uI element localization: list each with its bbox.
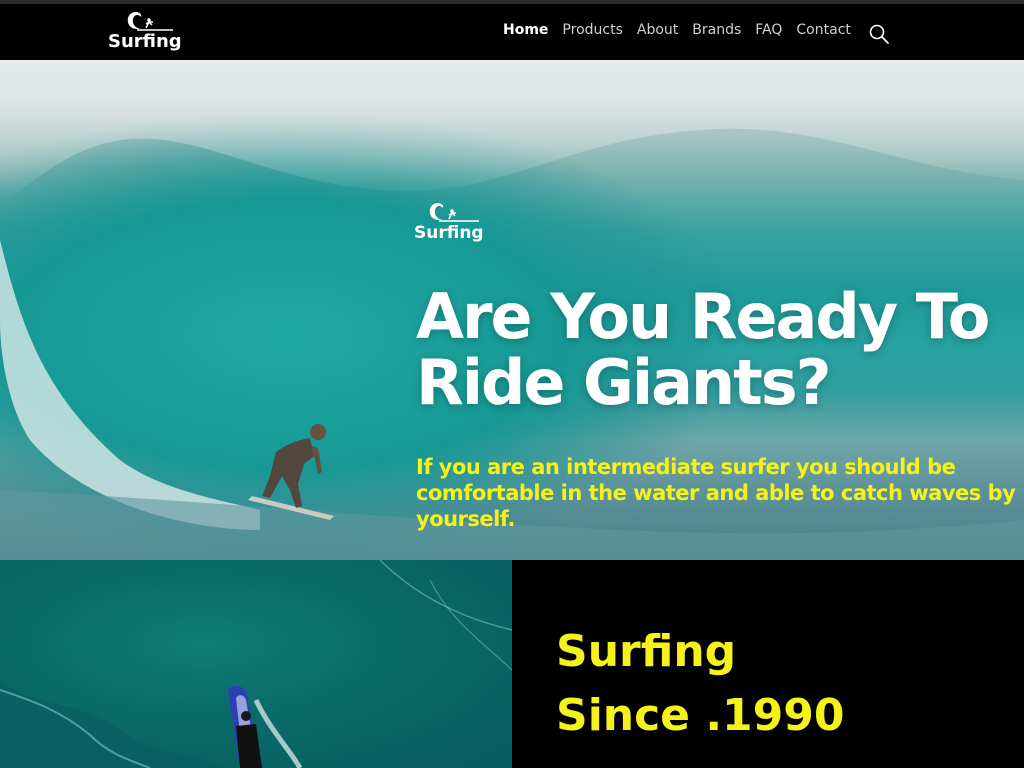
brand-name: Surfing (108, 31, 182, 52)
hero-title-line-1: Are You Ready To (416, 280, 990, 353)
about-heading-line-2: Since .1990 (556, 690, 845, 741)
aerial-surfer-illustration (0, 560, 512, 768)
brand-logo[interactable]: Surfing (108, 9, 182, 51)
nav-item-contact[interactable]: Contact (796, 22, 850, 38)
hero-logo-text: Surfing (414, 223, 484, 243)
nav-item-about[interactable]: About (637, 22, 678, 38)
hero-title: Are You Ready To Ride Giants? (416, 284, 1016, 416)
hero-section: Surfing Are You Ready To Ride Giants? If… (0, 60, 1024, 560)
about-section: Surfing Since .1990 (0, 560, 1024, 768)
hero-logo: Surfing (414, 200, 484, 242)
about-panel: Surfing Since .1990 (512, 560, 1024, 768)
hero-title-line-2: Ride Giants? (416, 346, 832, 419)
about-heading: Surfing Since .1990 (556, 620, 845, 748)
aerial-surfer-photo (0, 560, 512, 768)
search-button[interactable] (868, 23, 890, 45)
nav-item-products[interactable]: Products (562, 22, 622, 38)
navbar: Surfing Home Products About Brands FAQ C… (0, 4, 1024, 60)
surfer-on-board (228, 685, 262, 768)
main-nav: Home Products About Brands FAQ Contact (503, 22, 851, 38)
nav-item-home[interactable]: Home (503, 22, 548, 38)
wave-surfer-logo-icon (127, 11, 173, 31)
search-icon (869, 24, 889, 44)
wave-surfer-logo-icon (429, 202, 479, 222)
nav-item-faq[interactable]: FAQ (755, 22, 782, 38)
about-heading-line-1: Surfing (556, 626, 737, 677)
hero-subtitle: If you are an intermediate surfer you sh… (416, 455, 1016, 531)
nav-item-brands[interactable]: Brands (692, 22, 741, 38)
